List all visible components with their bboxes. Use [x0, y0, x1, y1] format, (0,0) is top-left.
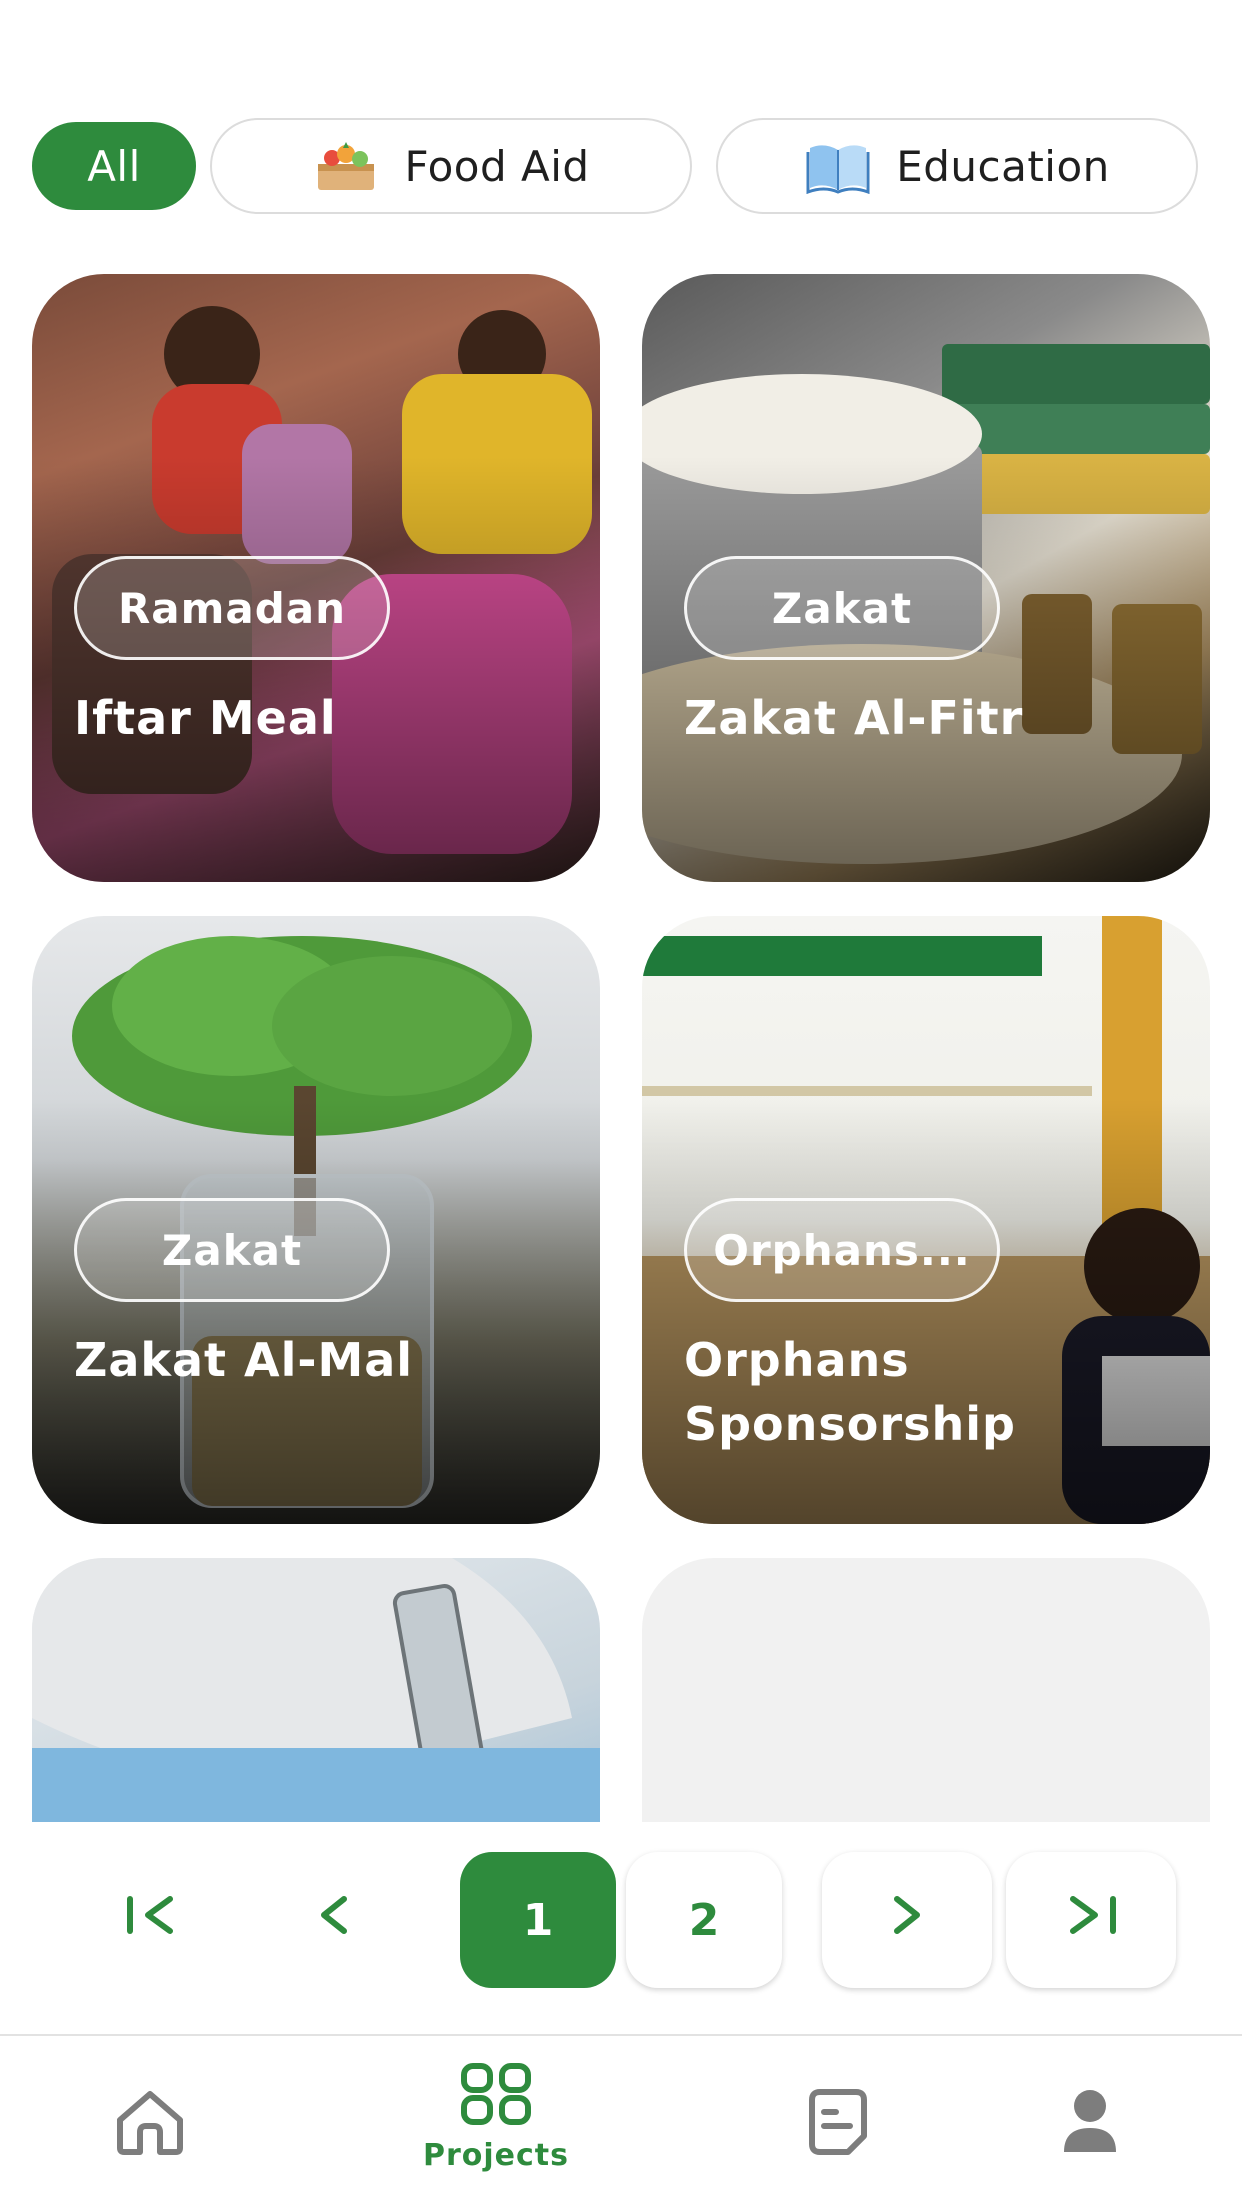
- card-category-tag: Orphans...: [684, 1198, 1000, 1302]
- open-book-icon: [804, 138, 872, 195]
- grid-icon: [456, 2062, 536, 2130]
- nav-projects-tab[interactable]: Projects: [416, 2062, 576, 2192]
- card-title: Zakat Al-Fitr: [684, 691, 1024, 745]
- document-icon: [802, 2086, 874, 2162]
- project-card-loading: [642, 1558, 1210, 1822]
- filter-food-aid-label: Food Aid: [404, 141, 590, 191]
- card-title: Zakat Al-Mal: [74, 1333, 414, 1387]
- category-filter-bar: All Food Aid Education: [32, 118, 1212, 218]
- card-title: Iftar Meal: [74, 691, 337, 745]
- last-page-button[interactable]: [1006, 1852, 1176, 1988]
- card-category-tag: Ramadan: [74, 556, 390, 660]
- page-number: 1: [522, 1894, 554, 1946]
- filter-food-aid-chip[interactable]: Food Aid: [210, 118, 692, 214]
- project-card-zakat-al-mal[interactable]: Zakat Zakat Al-Mal: [32, 916, 600, 1524]
- project-card-orphans-sponsorship[interactable]: Orphans... Orphans Sponsorship: [642, 916, 1210, 1524]
- filter-all-chip[interactable]: All: [32, 122, 196, 210]
- pagination: 1 2: [0, 1852, 1242, 1992]
- home-icon: [110, 2086, 190, 2162]
- project-card-partial[interactable]: [32, 1558, 600, 1822]
- first-page-button[interactable]: [74, 1852, 230, 1988]
- nav-profile-tab[interactable]: [1010, 2086, 1170, 2208]
- projects-grid: Ramadan Iftar Meal Zakat Zakat Al-Fitr Z…: [32, 274, 1210, 1822]
- filter-all-label: All: [87, 141, 141, 191]
- chevron-left-icon: [314, 1893, 354, 1948]
- card-category-tag: Zakat: [74, 1198, 390, 1302]
- nav-projects-label: Projects: [422, 2138, 569, 2173]
- filter-education-chip[interactable]: Education: [716, 118, 1198, 214]
- food-basket-icon: [312, 138, 380, 194]
- filter-education-label: Education: [896, 141, 1110, 191]
- card-title: Orphans Sponsorship: [684, 1333, 1016, 1451]
- project-card-iftar-meal[interactable]: Ramadan Iftar Meal: [32, 274, 600, 882]
- next-page-button[interactable]: [822, 1852, 992, 1988]
- page-2-button[interactable]: 2: [626, 1852, 782, 1988]
- project-card-zakat-al-fitr[interactable]: Zakat Zakat Al-Fitr: [642, 274, 1210, 882]
- page-number: 2: [688, 1894, 720, 1946]
- bottom-navigation: Projects: [0, 2034, 1242, 2208]
- card-photo-syringe-glove: [32, 1558, 600, 1822]
- previous-page-button[interactable]: [256, 1852, 412, 1988]
- last-page-icon: [1061, 1893, 1121, 1948]
- first-page-icon: [122, 1893, 182, 1948]
- page-1-button[interactable]: 1: [460, 1852, 616, 1988]
- nav-notes-tab[interactable]: [758, 2086, 918, 2208]
- user-icon: [1058, 2086, 1122, 2162]
- card-category-tag: Zakat: [684, 556, 1000, 660]
- chevron-right-icon: [887, 1893, 927, 1948]
- nav-home-tab[interactable]: [70, 2086, 230, 2208]
